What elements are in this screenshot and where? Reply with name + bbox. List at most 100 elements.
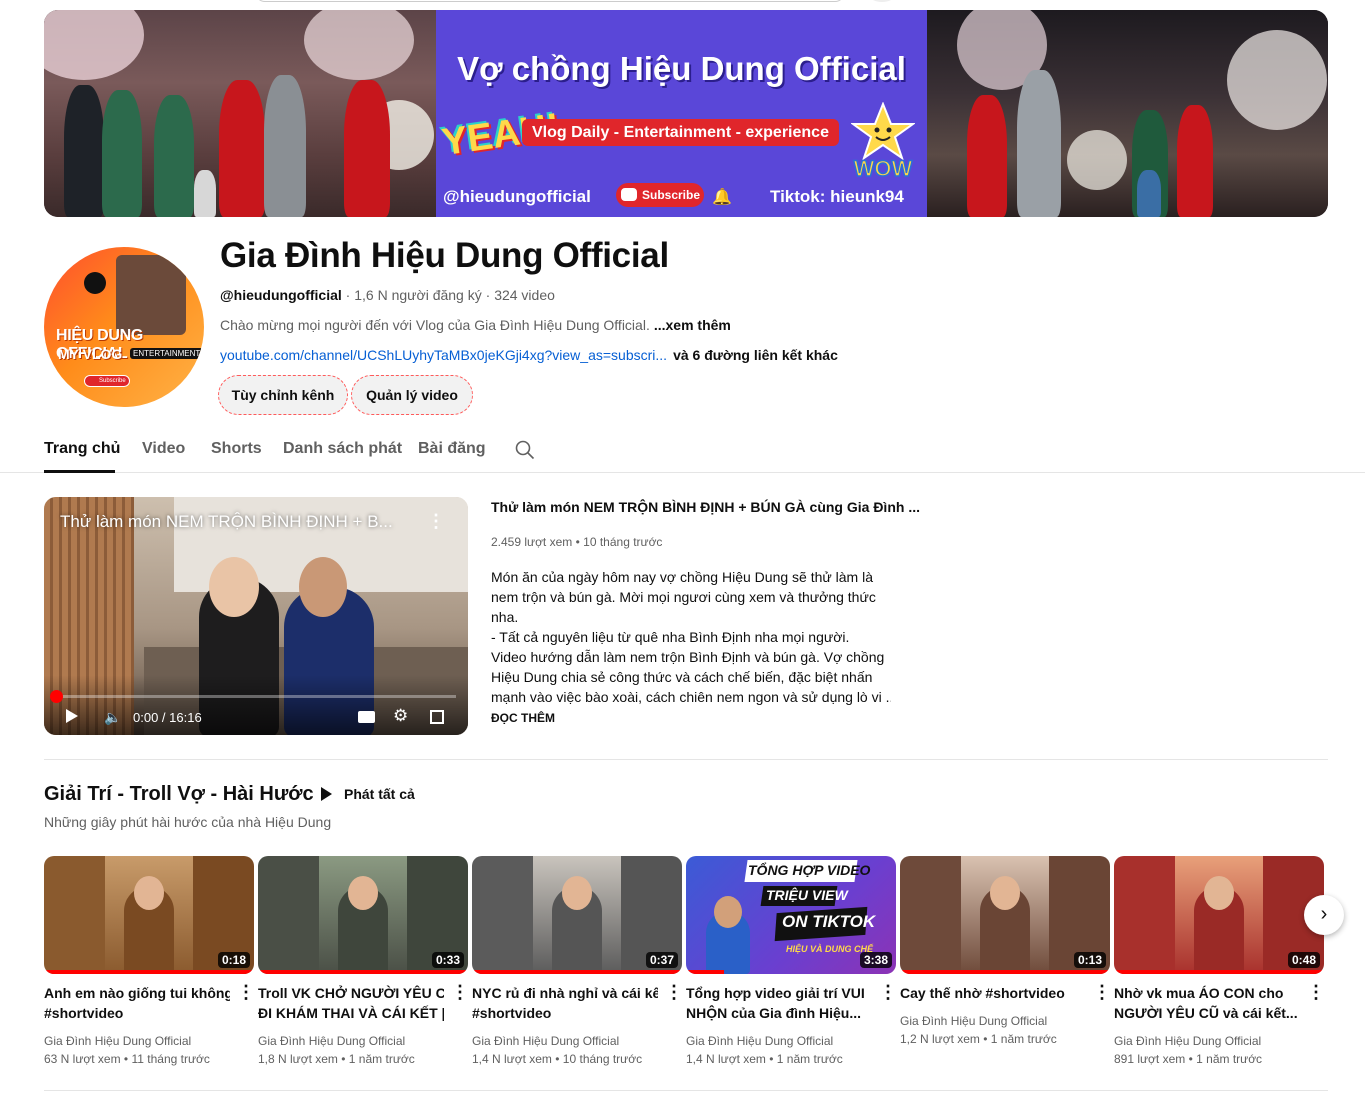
watched-progress-bar [686, 970, 724, 974]
person-man-head [299, 557, 347, 617]
channel-handle: @hieudungofficial [220, 287, 342, 303]
progress-scrubber[interactable] [50, 690, 63, 703]
video-channel[interactable]: Gia Đình Hiệu Dung Official [900, 1014, 1047, 1028]
video-channel[interactable]: Gia Đình Hiệu Dung Official [1114, 1034, 1261, 1048]
watched-progress-bar [44, 970, 254, 974]
video-thumbnail[interactable]: 0:33 [258, 856, 468, 974]
avatar-line2: MY VLOG [58, 346, 123, 362]
video-channel[interactable]: Gia Đình Hiệu Dung Official [472, 1034, 619, 1048]
video-meta: 1,8 N lượt xem • 1 năm trước [258, 1052, 415, 1066]
thumb-person-head [990, 876, 1020, 910]
more-options-icon[interactable]: ⋮ [665, 982, 683, 1003]
progress-bar[interactable] [56, 695, 456, 698]
fullscreen-icon[interactable] [430, 710, 444, 724]
settings-gear-icon[interactable]: ⚙ [393, 706, 408, 726]
channel-url-link[interactable]: youtube.com/channel/UCShLUyhyTaMBx0jeKGj… [220, 347, 667, 363]
playlist-title[interactable]: Giải Trí - Troll Vợ - Hài Hước [44, 783, 314, 806]
video-card[interactable]: 0:37 NYC rủ đi nhà nghỉ và cái kết #short… [472, 856, 683, 1076]
channel-name: Gia Đình Hiệu Dung Official [220, 236, 669, 275]
subtitles-icon[interactable] [358, 711, 375, 723]
avatar-badge: ENTERTAINMENT [130, 348, 204, 359]
video-channel[interactable]: Gia Đình Hiệu Dung Official [258, 1034, 405, 1048]
video-duration: 0:13 [1073, 952, 1106, 968]
thumb-person-head [348, 876, 378, 910]
more-link[interactable]: ...xem thêm [654, 317, 731, 333]
video-card[interactable]: 0:18 Anh em nào giống tui không? #shortvi… [44, 856, 255, 1076]
thumb-text: TRIỆU VIEW [766, 887, 848, 903]
video-count: 324 video [494, 287, 555, 303]
featured-video-player[interactable]: Thử làm món NEM TRỘN BÌNH ĐỊNH + B... ⋮ … [44, 497, 468, 735]
thumb-person-head [1204, 876, 1234, 910]
video-thumbnail[interactable]: 0:37 [472, 856, 682, 974]
tab-videos[interactable]: Video [142, 440, 185, 458]
video-title-line: Cay thế nhờ #shortvideo [900, 985, 1065, 1001]
time-display: 0:00 / 16:16 [133, 710, 202, 725]
video-duration: 0:33 [431, 952, 464, 968]
more-options-icon[interactable]: ⋮ [237, 982, 255, 1003]
more-options-icon[interactable]: ⋮ [427, 511, 445, 532]
video-card[interactable]: TỔNG HỢP VIDEO TRIỆU VIEW ON TIKTOK HIỆU… [686, 856, 897, 1076]
read-more-link[interactable]: ĐỌC THÊM [491, 711, 555, 725]
description-line: Video hướng dẫn làm nem trộn Bình Định v… [491, 649, 885, 665]
customize-channel-button[interactable]: Tùy chỉnh kênh [218, 375, 348, 415]
more-options-icon[interactable]: ⋮ [1093, 982, 1111, 1003]
other-links[interactable]: và 6 đường liên kết khác [673, 347, 838, 363]
section-divider [44, 759, 1328, 760]
video-thumbnail[interactable]: 0:13 [900, 856, 1110, 974]
description-line: - Tất cả nguyên liệu từ quê nha Bình Địn… [491, 629, 850, 645]
search-icon[interactable] [515, 440, 535, 460]
video-meta: 1,2 N lượt xem • 1 năm trước [900, 1032, 1057, 1046]
volume-icon[interactable]: 🔈 [104, 709, 121, 726]
play-all-button[interactable]: Phát tất cả [321, 786, 415, 802]
banner-subscribe-badge: Subscribe [616, 183, 704, 207]
video-thumbnail[interactable]: 0:18 [44, 856, 254, 974]
video-card[interactable]: 0:13 Cay thế nhờ #shortvideo ⋮ Gia Đình … [900, 856, 1111, 1076]
featured-meta: 2.459 lượt xem • 10 tháng trước [491, 535, 663, 549]
description-line: Hiệu Dung chia sẻ công thức và cách chế … [491, 669, 873, 685]
tab-home[interactable]: Trang chủ [44, 440, 120, 458]
tab-posts[interactable]: Bài đăng [418, 440, 486, 458]
video-title[interactable]: Troll VK CHỞ NGƯỜI YÊU CŨ ĐI KHÁM THAI VÀ… [258, 983, 444, 1023]
video-duration: 3:38 [859, 952, 892, 968]
video-age: 11 tháng trước [131, 1052, 210, 1066]
more-options-icon[interactable]: ⋮ [1307, 982, 1325, 1003]
video-title[interactable]: NYC rủ đi nhà nghỉ và cái kết #shortvideo [472, 983, 658, 1023]
featured-title[interactable]: Thử làm món NEM TRỘN BÌNH ĐỊNH + BÚN GÀ … [491, 499, 920, 515]
video-channel[interactable]: Gia Đình Hiệu Dung Official [686, 1034, 833, 1048]
video-channel[interactable]: Gia Đình Hiệu Dung Official [44, 1034, 191, 1048]
video-title[interactable]: Anh em nào giống tui không? #shortvideo [44, 983, 230, 1023]
video-title-line: NYC rủ đi nhà nghỉ và cái kết [472, 985, 658, 1001]
video-title[interactable]: Cay thế nhờ #shortvideo [900, 983, 1086, 1003]
tab-playlists[interactable]: Danh sách phát [283, 440, 402, 458]
video-title[interactable]: Tổng hợp video giải trí VUI NHỘN của Gia … [686, 983, 872, 1023]
video-duration: 0:37 [645, 952, 678, 968]
video-meta: 891 lượt xem • 1 năm trước [1114, 1052, 1263, 1066]
avatar-subscribe: Subscribe [84, 375, 130, 387]
manage-videos-button[interactable]: Quản lý video [351, 375, 473, 415]
video-card[interactable]: 0:48 Nhờ vk mua ÁO CON cho NGƯỜI YÊU CŨ v… [1114, 856, 1325, 1076]
banner-tiktok: Tiktok: hieunk94 [770, 187, 904, 206]
video-duration: 0:48 [1287, 952, 1320, 968]
video-views: 63 N lượt xem [44, 1052, 121, 1066]
featured-age: 10 tháng trước [583, 535, 663, 549]
play-icon[interactable] [66, 709, 78, 723]
channel-avatar[interactable]: HIỆU DUNG OFFICIAL MY VLOG ENTERTAINMENT… [44, 247, 204, 407]
next-arrow-button[interactable]: › [1304, 895, 1344, 935]
channel-description[interactable]: Chào mừng mọi người đến với Vlog của Gia… [220, 317, 731, 333]
player-overlay-title[interactable]: Thử làm món NEM TRỘN BÌNH ĐỊNH + B... [60, 512, 393, 532]
video-title-line: Nhờ vk mua ÁO CON cho [1114, 985, 1284, 1001]
play-all-label: Phát tất cả [344, 786, 415, 802]
thumb-person-head [562, 876, 592, 910]
video-title[interactable]: Nhờ vk mua ÁO CON cho NGƯỜI YÊU CŨ và cái… [1114, 983, 1300, 1023]
more-options-icon[interactable]: ⋮ [451, 982, 469, 1003]
video-title-line: Anh em nào giống tui không? [44, 985, 230, 1001]
video-card[interactable]: 0:33 Troll VK CHỞ NGƯỜI YÊU CŨ ĐI KHÁM TH… [258, 856, 469, 1076]
video-views: 1,8 N lượt xem [258, 1052, 338, 1066]
more-options-icon[interactable]: ⋮ [879, 982, 897, 1003]
search-bar-edge [255, 0, 845, 2]
tab-shorts[interactable]: Shorts [211, 440, 262, 458]
video-thumbnail[interactable]: TỔNG HỢP VIDEO TRIỆU VIEW ON TIKTOK HIỆU… [686, 856, 896, 974]
description-line: Món ăn của ngày hôm nay vợ chồng Hiệu Du… [491, 569, 873, 585]
avatar-photo [116, 255, 186, 335]
video-thumbnail[interactable]: 0:48 [1114, 856, 1324, 974]
